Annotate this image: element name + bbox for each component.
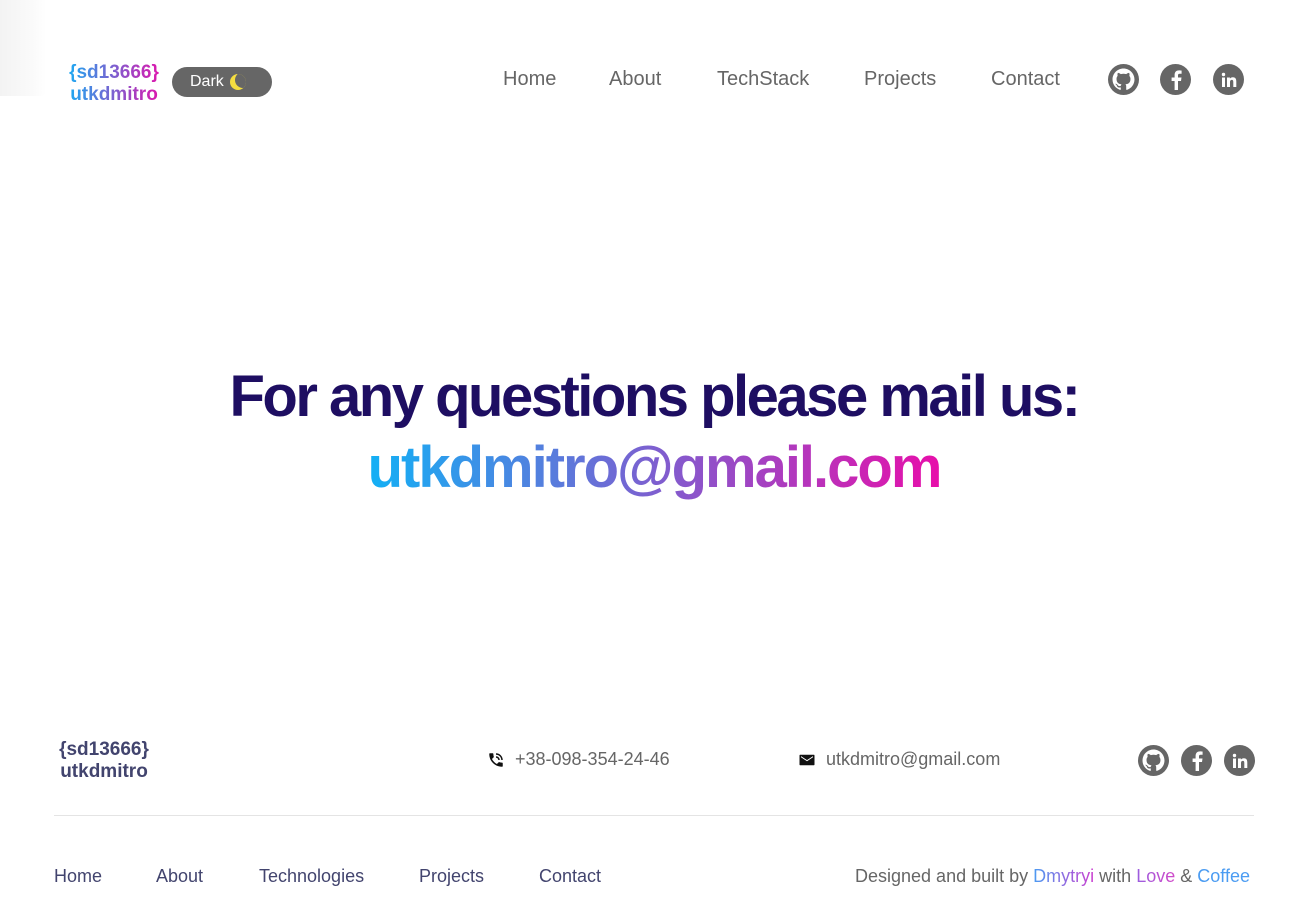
footer-phone[interactable]: +38-098-354-24-46 bbox=[487, 749, 670, 770]
linkedin-icon[interactable] bbox=[1213, 64, 1244, 95]
footer-phone-text: +38-098-354-24-46 bbox=[515, 749, 670, 769]
footer-nav-contact[interactable]: Contact bbox=[539, 866, 601, 887]
footer-nav-technologies[interactable]: Technologies bbox=[259, 866, 364, 887]
logo-line-2: utkdmitro bbox=[64, 84, 164, 106]
nav-projects[interactable]: Projects bbox=[864, 68, 936, 91]
credits-love: Love bbox=[1136, 866, 1176, 886]
contact-email-link[interactable]: utkdmitro@gmail.com bbox=[0, 436, 1308, 500]
credits-with: with bbox=[1099, 866, 1132, 886]
credits-author-link[interactable]: Dmytryi bbox=[1033, 866, 1094, 886]
nav-about[interactable]: About bbox=[609, 68, 661, 91]
theme-toggle[interactable]: Dark bbox=[172, 67, 272, 97]
nav-techstack[interactable]: TechStack bbox=[717, 68, 809, 91]
github-icon[interactable] bbox=[1108, 64, 1139, 95]
linkedin-icon[interactable] bbox=[1224, 745, 1255, 776]
credits-prefix: Designed and built by bbox=[855, 866, 1029, 886]
facebook-icon[interactable] bbox=[1160, 64, 1191, 95]
credits-coffee: Coffee bbox=[1197, 866, 1250, 886]
nav-home[interactable]: Home bbox=[503, 68, 556, 91]
facebook-icon[interactable] bbox=[1181, 745, 1212, 776]
corner-shade bbox=[0, 0, 46, 96]
footer-nav-home[interactable]: Home bbox=[54, 866, 102, 887]
footer-logo[interactable]: {sd13666} utkdmitro bbox=[54, 739, 154, 783]
github-icon[interactable] bbox=[1138, 745, 1169, 776]
footer-nav-projects[interactable]: Projects bbox=[419, 866, 484, 887]
contact-heading: For any questions please mail us: bbox=[229, 364, 1081, 429]
contact-email-text: utkdmitro@gmail.com bbox=[367, 435, 943, 500]
footer-email[interactable]: utkdmitro@gmail.com bbox=[798, 749, 1000, 770]
footer-divider bbox=[54, 815, 1254, 816]
credits-amp: & bbox=[1180, 866, 1193, 886]
nav-contact[interactable]: Contact bbox=[991, 68, 1060, 91]
footer-credits: Designed and built by Dmytryi with Love … bbox=[855, 866, 1250, 887]
footer-logo-line-2: utkdmitro bbox=[60, 761, 148, 782]
theme-toggle-label: Dark bbox=[190, 73, 224, 90]
footer-email-text: utkdmitro@gmail.com bbox=[826, 749, 1001, 769]
footer-logo-line-1: {sd13666} bbox=[59, 739, 149, 760]
footer-nav-about[interactable]: About bbox=[156, 866, 203, 887]
moon-icon bbox=[229, 74, 246, 90]
phone-icon bbox=[487, 751, 505, 769]
mail-icon bbox=[798, 751, 816, 769]
logo-line-1: {sd13666} bbox=[64, 62, 164, 84]
site-logo[interactable]: {sd13666} utkdmitro bbox=[64, 62, 164, 106]
